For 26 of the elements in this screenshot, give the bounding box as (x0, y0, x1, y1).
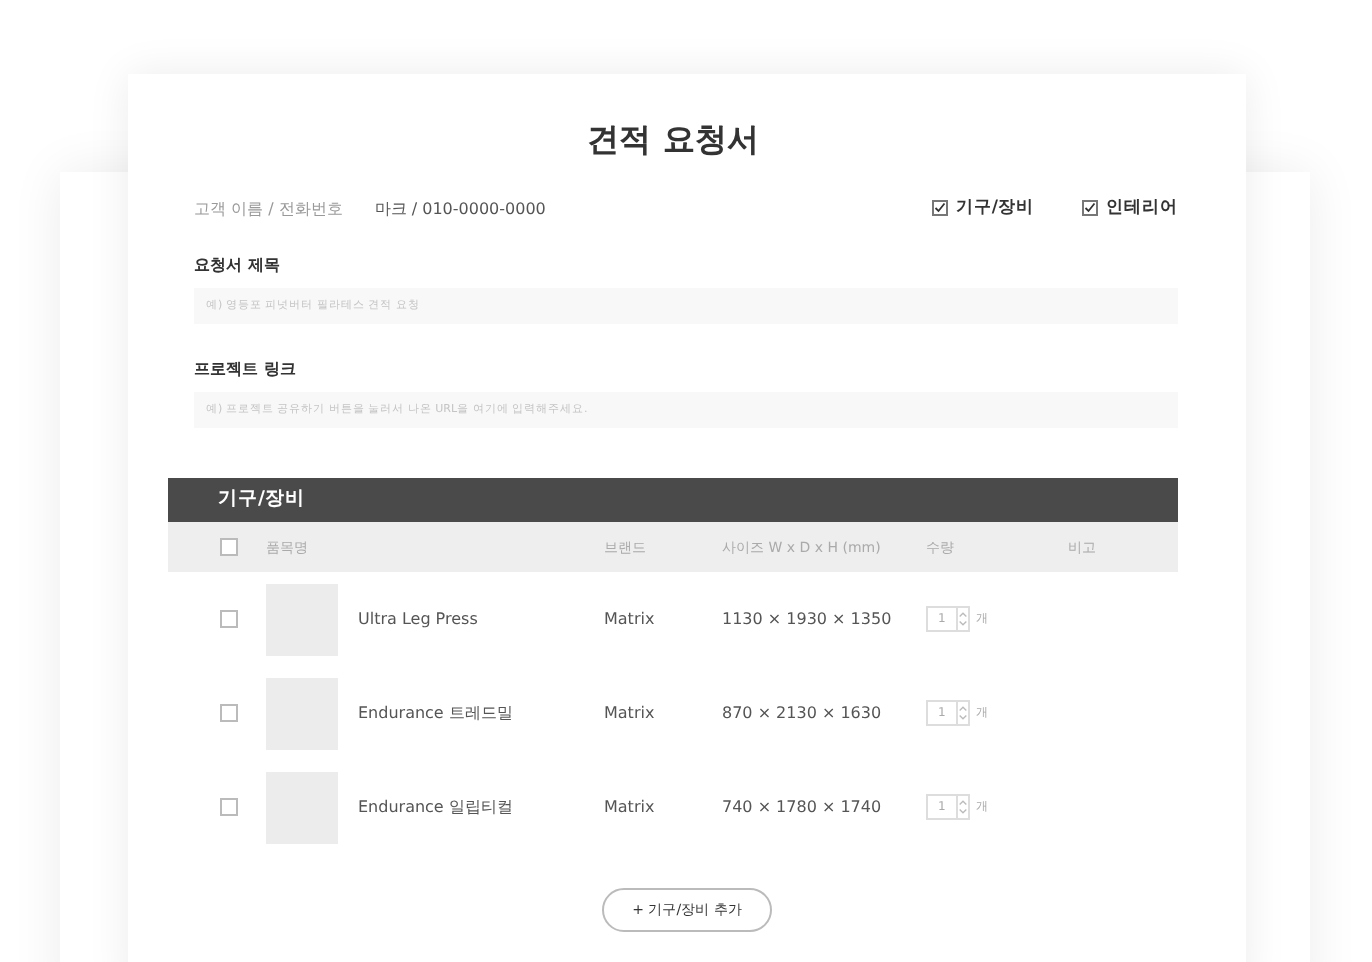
checkbox-icon (931, 200, 948, 216)
field-label: 프로젝트 링크 (194, 358, 298, 380)
checkbox[interactable] (220, 798, 238, 816)
category-checkbox[interactable]: 기구/장비 (931, 196, 1034, 220)
category-checkbox[interactable]: 인테리어 (1082, 196, 1178, 220)
table-cell-text: 870 × 2130 × 1630 (722, 704, 884, 722)
table-cell-text: 740 × 1780 × 1740 (722, 798, 884, 816)
table-cell-text: Matrix (604, 798, 657, 816)
table-cell-text: Matrix (604, 610, 657, 628)
stepper-arrows-icon[interactable] (957, 798, 968, 816)
field-label: 요청서 제목 (194, 254, 282, 276)
stepper-arrows-icon[interactable] (957, 610, 968, 628)
section-header: 기구/장비 (168, 478, 1178, 522)
table-cell-text: 1130 × 1930 × 1350 (722, 610, 894, 628)
checkbox[interactable] (220, 610, 238, 628)
customer-value: 마크 / 010-0000-0000 (374, 197, 546, 219)
checkbox[interactable] (220, 538, 238, 556)
stepper-arrows-icon[interactable] (957, 704, 968, 722)
table-cell: Endurance 일립티컬 (358, 796, 513, 818)
table-cell: Ultra Leg Press (358, 610, 478, 628)
page-title: 견적 요청서 (585, 118, 761, 160)
checkbox-icon (1082, 200, 1098, 216)
table-cell: Endurance 트레드밀 (358, 702, 513, 724)
table-cell-text: Matrix (604, 704, 657, 722)
checkbox[interactable] (220, 704, 238, 722)
customer-label: 고객 이름 / 전화번호 (194, 197, 343, 219)
